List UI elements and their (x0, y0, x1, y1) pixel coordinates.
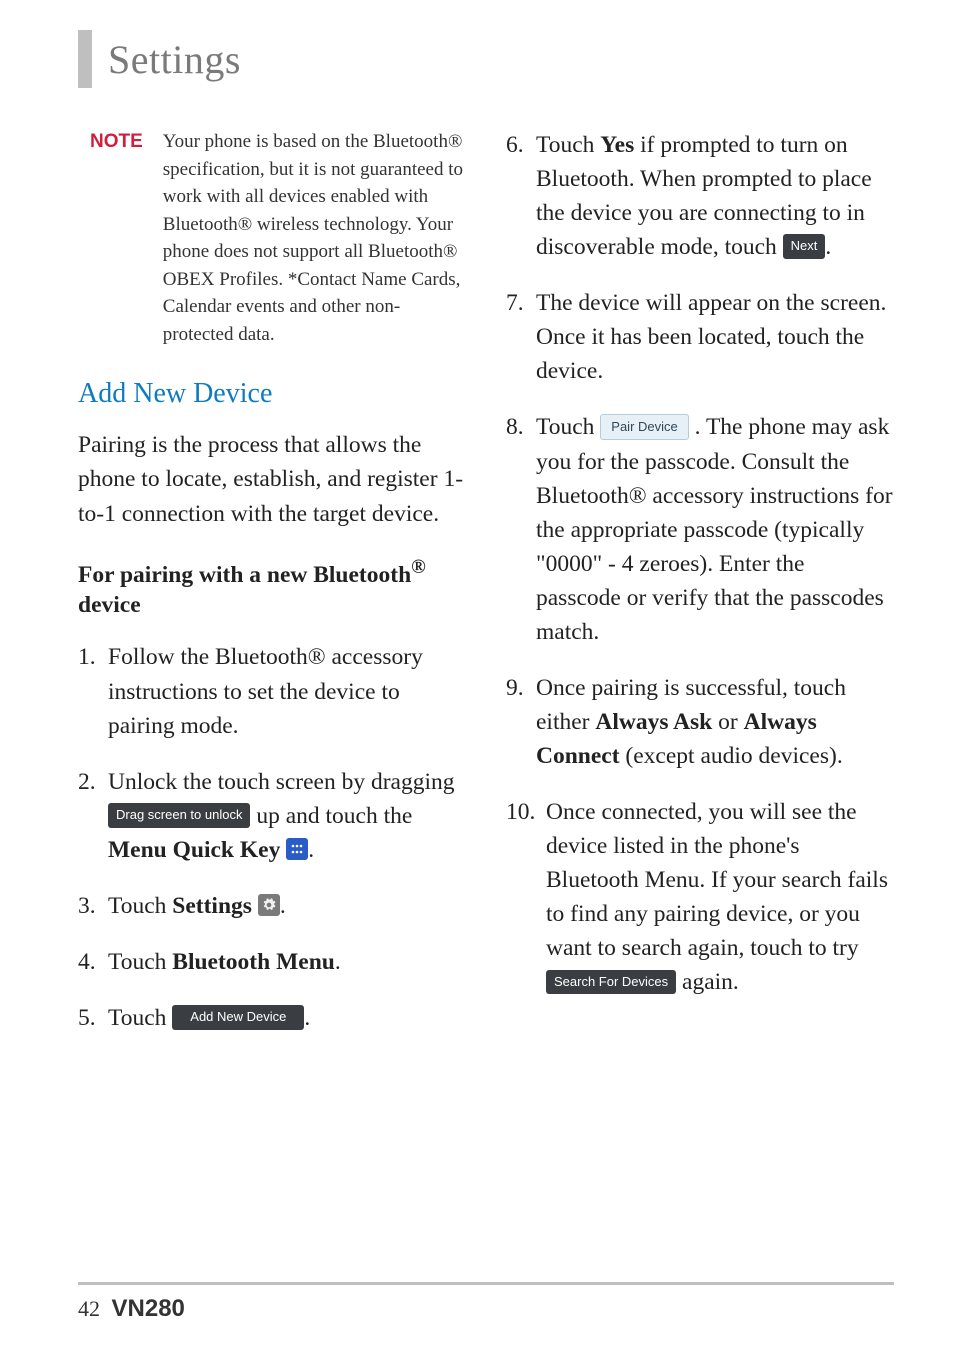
step-7: 7. The device will appear on the screen.… (506, 286, 894, 388)
registered-mark: ® (411, 557, 426, 578)
settings-label: Settings (172, 893, 258, 919)
always-ask-label: Always Ask (595, 709, 712, 735)
text: Touch (536, 414, 600, 440)
step-number: 10. (506, 795, 546, 999)
step-body: The device will appear on the screen. On… (536, 286, 894, 388)
page-number: 42 (78, 1296, 100, 1321)
step-body: Once pairing is successful, touch either… (536, 671, 894, 773)
text: . The phone may ask you for the passcode… (536, 414, 893, 644)
text: Once connected, you will see the device … (546, 799, 888, 961)
content-columns: NOTE Your phone is based on the Bluetoot… (78, 128, 894, 1057)
right-column: 6. Touch Yes if prompted to turn on Blue… (506, 128, 894, 1057)
page-footer: 42 VN280 (78, 1282, 894, 1323)
note-body: Your phone is based on the Bluetooth® sp… (163, 128, 466, 348)
step-9: 9. Once pairing is successful, touch eit… (506, 671, 894, 773)
step-8: 8. Touch Pair Device . The phone may ask… (506, 410, 894, 648)
step-number: 7. (506, 286, 536, 388)
step-number: 9. (506, 671, 536, 773)
text: Touch (536, 132, 600, 158)
text: Touch (108, 949, 172, 975)
text: again. (676, 969, 739, 995)
note-block: NOTE Your phone is based on the Bluetoot… (78, 128, 466, 348)
step-body: Once connected, you will see the device … (546, 795, 894, 999)
step-body: Unlock the touch screen by dragging Drag… (108, 765, 466, 867)
text: Touch (108, 893, 172, 919)
drag-unlock-button: Drag screen to unlock (108, 803, 250, 828)
text: . (335, 949, 341, 975)
step-10: 10. Once connected, you will see the dev… (506, 795, 894, 999)
add-new-device-button: Add New Device (172, 1005, 304, 1030)
text: Unlock the touch screen by dragging (108, 769, 455, 795)
step-number: 1. (78, 640, 108, 742)
subheading: For pairing with a new Bluetooth® device (78, 555, 466, 621)
step-body: Touch Yes if prompted to turn on Bluetoo… (536, 128, 894, 264)
step-1: 1. Follow the Bluetooth® accessory instr… (78, 640, 466, 742)
subheading-post: device (78, 592, 141, 618)
steps-right-list: 6. Touch Yes if prompted to turn on Blue… (506, 128, 894, 999)
page-title: Settings (108, 36, 241, 88)
steps-left-list: 1. Follow the Bluetooth® accessory instr… (78, 640, 466, 1035)
header-accent-bar (78, 30, 92, 88)
step-5: 5. Touch Add New Device. (78, 1001, 466, 1035)
text: or (712, 709, 743, 735)
step-6: 6. Touch Yes if prompted to turn on Blue… (506, 128, 894, 264)
page-header: Settings (78, 30, 894, 88)
step-number: 8. (506, 410, 536, 648)
text: . (825, 234, 831, 260)
model-number: VN280 (112, 1295, 185, 1322)
yes-label: Yes (600, 132, 634, 158)
gear-icon (258, 894, 280, 916)
step-number: 6. (506, 128, 536, 264)
section-heading: Add New Device (78, 378, 466, 410)
pair-device-button: Pair Device (600, 414, 688, 441)
intro-paragraph: Pairing is the process that allows the p… (78, 428, 466, 530)
step-4: 4. Touch Bluetooth Menu. (78, 945, 466, 979)
left-column: NOTE Your phone is based on the Bluetoot… (78, 128, 466, 1057)
step-3: 3. Touch Settings . (78, 889, 466, 923)
subheading-pre: For pairing with a new Bluetooth (78, 561, 411, 587)
step-number: 3. (78, 889, 108, 923)
search-for-devices-button: Search For Devices (546, 970, 676, 995)
menu-grid-icon (286, 838, 308, 860)
text: . (304, 1005, 310, 1031)
next-button: Next (783, 234, 826, 259)
step-body: Touch Settings . (108, 889, 466, 923)
text: up and touch the (250, 803, 412, 829)
text: . (308, 837, 314, 863)
bluetooth-menu-label: Bluetooth Menu (172, 949, 335, 975)
text: . (280, 893, 286, 919)
step-body: Touch Bluetooth Menu. (108, 945, 466, 979)
step-2: 2. Unlock the touch screen by dragging D… (78, 765, 466, 867)
note-label: NOTE (90, 128, 143, 348)
step-body: Touch Pair Device . The phone may ask yo… (536, 410, 894, 648)
text: Touch (108, 1005, 172, 1031)
text: (except audio devices). (620, 743, 843, 769)
step-number: 2. (78, 765, 108, 867)
menu-quick-key-label: Menu Quick Key (108, 837, 286, 863)
step-body: Touch Add New Device. (108, 1001, 466, 1035)
step-number: 5. (78, 1001, 108, 1035)
step-number: 4. (78, 945, 108, 979)
step-body: Follow the Bluetooth® accessory instruct… (108, 640, 466, 742)
